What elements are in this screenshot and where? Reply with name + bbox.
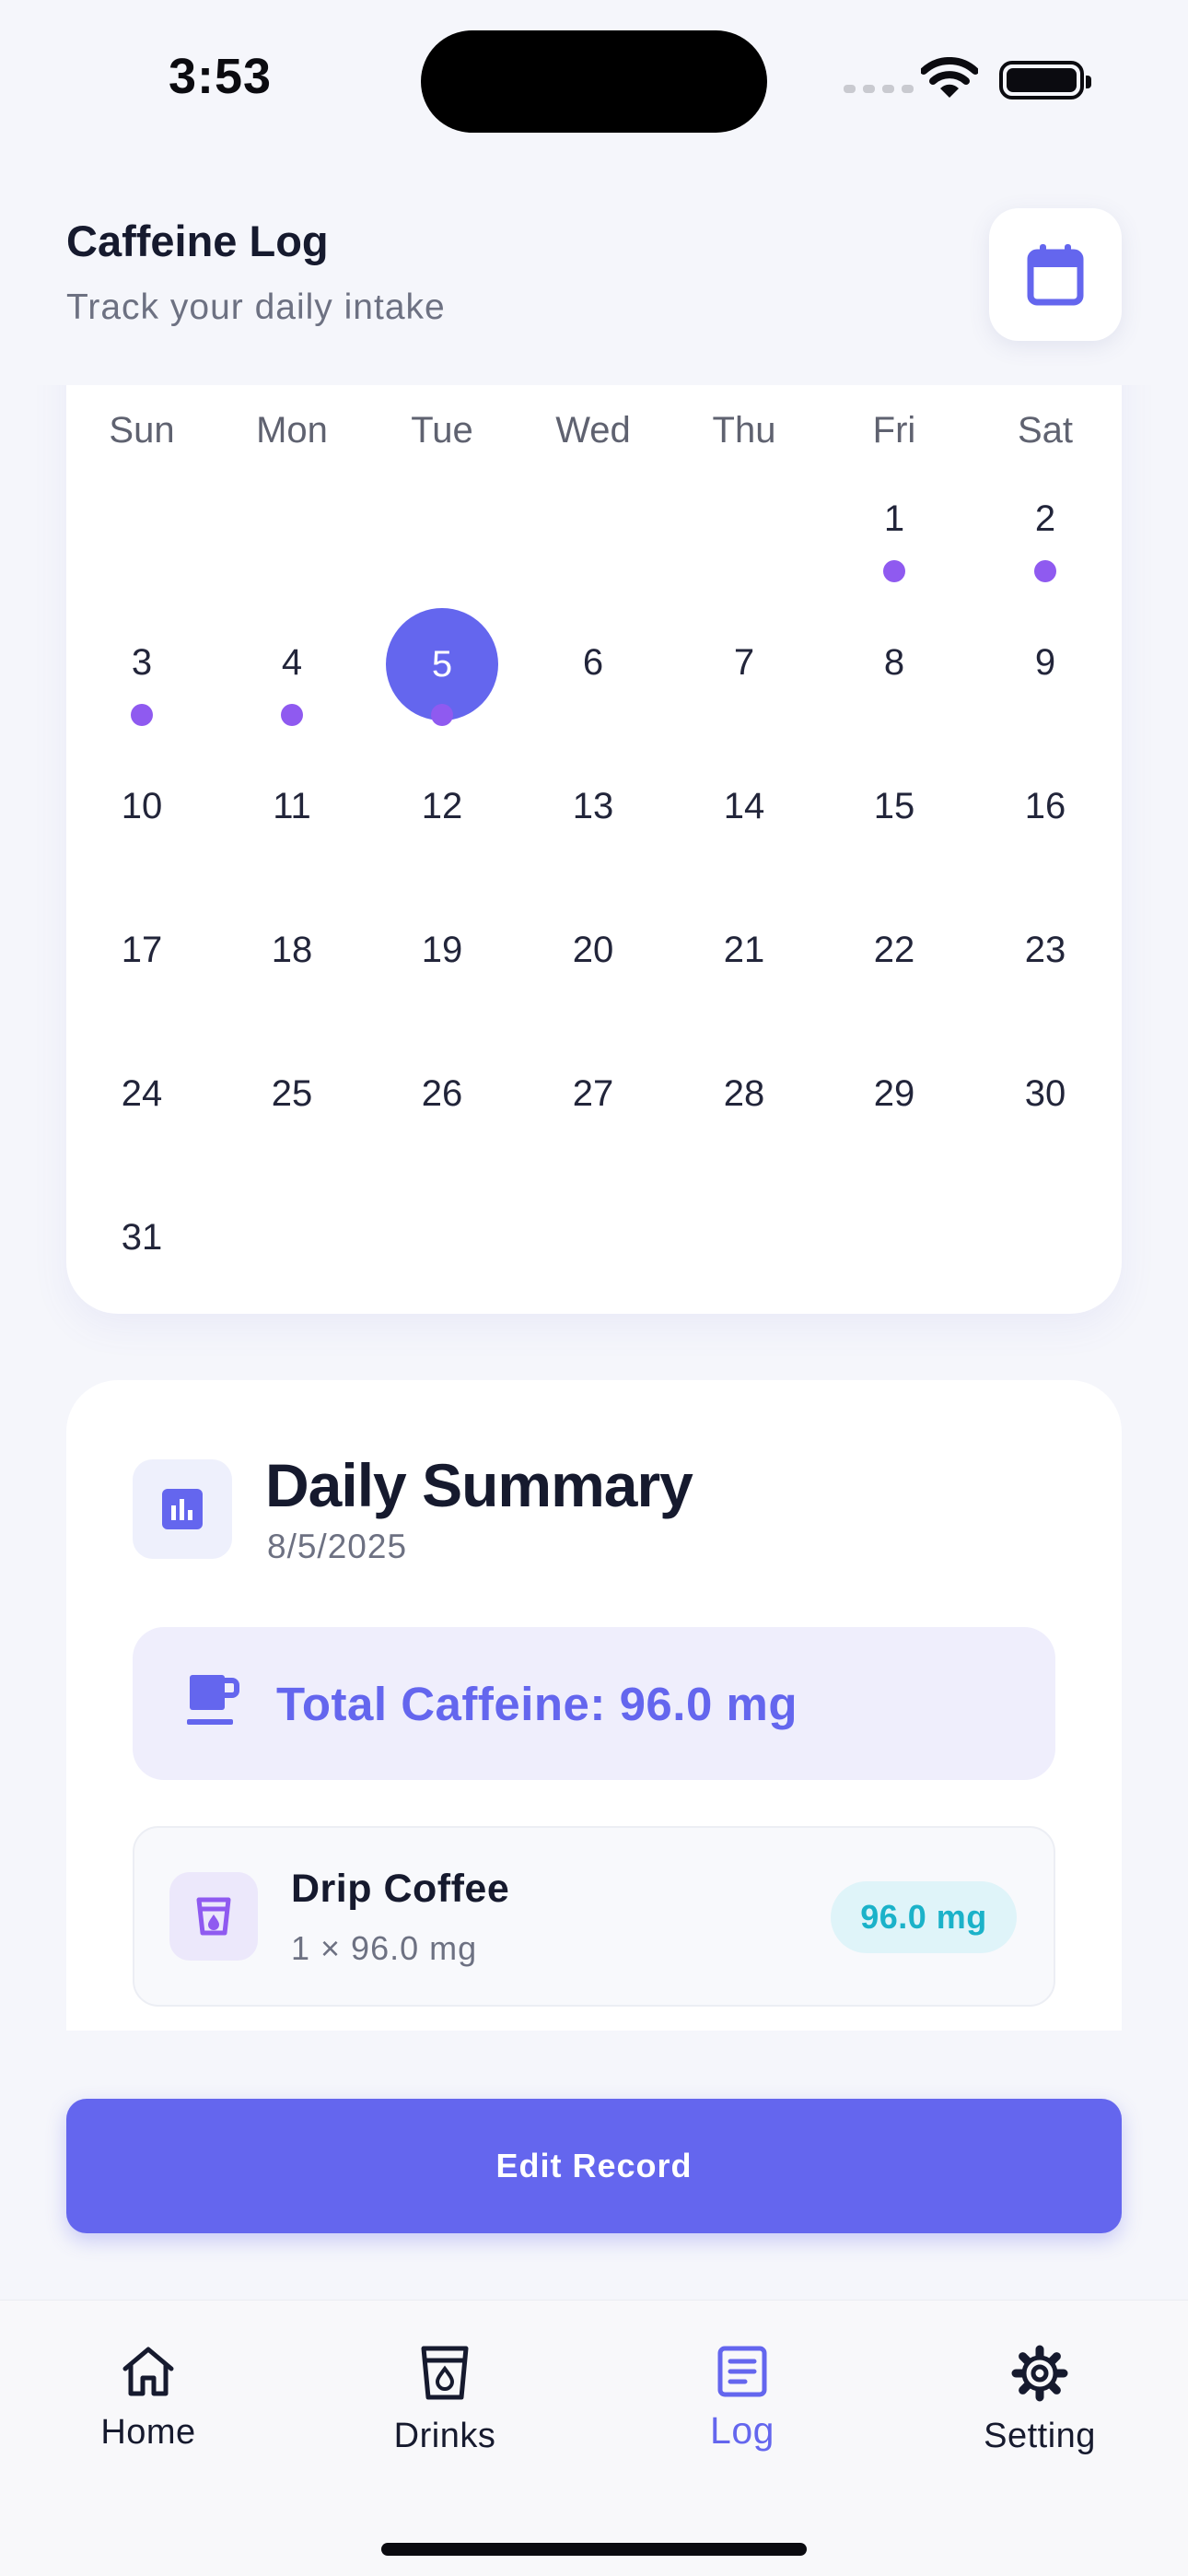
calendar-day[interactable]: 8: [819, 642, 970, 684]
drink-entry-row[interactable]: Drip Coffee 1 × 96.0 mg 96.0 mg: [133, 1826, 1055, 2007]
tab-home[interactable]: Home: [47, 2345, 250, 2453]
calendar-day[interactable]: 23: [970, 930, 1121, 971]
summary-date: 8/5/2025: [267, 1528, 408, 1565]
calendar-day[interactable]: 15: [819, 786, 970, 827]
calendar-day[interactable]: 19: [367, 930, 518, 971]
signal-icon: [844, 85, 914, 93]
weekday-label: Fri: [872, 410, 916, 451]
calendar-day[interactable]: 21: [669, 930, 820, 971]
summary-title: Daily Summary: [265, 1451, 693, 1519]
bar-chart-icon: [133, 1459, 232, 1559]
tab-drinks-label: Drinks: [393, 2417, 496, 2455]
drink-amount-badge: 96.0 mg: [831, 1881, 1017, 1953]
drink-name: Drip Coffee: [291, 1867, 510, 1911]
calendar-day[interactable]: 17: [66, 930, 217, 971]
tab-log[interactable]: Log: [641, 2345, 844, 2453]
drink-detail: 1 × 96.0 mg: [291, 1929, 478, 1967]
calendar-day[interactable]: 11: [216, 786, 367, 827]
entry-dot: [883, 560, 905, 582]
drink-cup-icon: [169, 1872, 258, 1961]
entry-dot: [281, 704, 303, 726]
weekday-label: Sat: [1017, 410, 1074, 451]
calendar-day[interactable]: 20: [518, 930, 669, 971]
calendar-day[interactable]: 2: [970, 498, 1121, 540]
entry-dot: [131, 704, 153, 726]
weekday-label: Mon: [256, 410, 328, 451]
tab-home-label: Home: [100, 2413, 196, 2452]
edit-record-button[interactable]: Edit Record: [66, 2099, 1122, 2233]
home-icon: [122, 2347, 174, 2396]
page-title: Caffeine Log: [66, 217, 329, 265]
daily-summary-card: Daily Summary 8/5/2025 Total Caffeine: 9…: [66, 1380, 1122, 2031]
calendar-day[interactable]: 29: [819, 1073, 970, 1115]
calendar-day[interactable]: 10: [66, 786, 217, 827]
tab-drinks[interactable]: Drinks: [344, 2345, 546, 2456]
calendar-day[interactable]: 14: [669, 786, 820, 827]
tab-setting-label: Setting: [984, 2417, 1096, 2455]
total-caffeine-label: Total Caffeine: 96.0 mg: [276, 1678, 798, 1730]
total-caffeine-box: Total Caffeine: 96.0 mg: [133, 1627, 1055, 1780]
calendar-day[interactable]: 16: [970, 786, 1121, 827]
weekday-label: Sun: [109, 410, 175, 451]
tab-setting[interactable]: Setting: [938, 2345, 1141, 2456]
log-icon: [717, 2346, 767, 2397]
tab-log-label: Log: [710, 2409, 775, 2452]
calendar-day[interactable]: 12: [367, 786, 518, 827]
calendar-day[interactable]: 25: [216, 1073, 367, 1115]
status-time: 3:53: [169, 49, 273, 104]
calendar-day[interactable]: 9: [970, 642, 1121, 684]
gear-icon: [1011, 2345, 1068, 2402]
wifi-icon: [921, 57, 978, 98]
calendar-day[interactable]: 3: [66, 642, 217, 684]
calendar-day[interactable]: 4: [216, 642, 367, 684]
dynamic-island: [421, 30, 767, 133]
calendar-day[interactable]: 1: [819, 498, 970, 540]
status-bar: 3:53: [0, 0, 1188, 157]
page-subtitle: Track your daily intake: [66, 287, 446, 327]
calendar-button[interactable]: [989, 208, 1122, 341]
calendar-day[interactable]: 28: [669, 1073, 820, 1115]
calendar-day[interactable]: 24: [66, 1073, 217, 1115]
entry-dot: [431, 704, 453, 726]
entry-dot: [1034, 560, 1056, 582]
page-header: Caffeine Log Track your daily intake: [0, 184, 1188, 385]
calendar-day[interactable]: 26: [367, 1073, 518, 1115]
tab-bar: Home Drinks Log Setting: [0, 2300, 1188, 2576]
weekday-label: Thu: [712, 410, 776, 451]
calendar-day[interactable]: 30: [970, 1073, 1121, 1115]
calendar-day[interactable]: 27: [518, 1073, 669, 1115]
calendar-day[interactable]: 6: [518, 642, 669, 684]
coffee-cup-icon: [187, 1675, 239, 1725]
weekday-label: Wed: [555, 410, 631, 451]
calendar-day[interactable]: 18: [216, 930, 367, 971]
calendar-day[interactable]: 31: [66, 1217, 217, 1259]
weekday-label: Tue: [411, 410, 473, 451]
cup-icon: [421, 2346, 469, 2400]
battery-icon: [999, 61, 1091, 100]
calendar-day[interactable]: 13: [518, 786, 669, 827]
calendar-icon: [1027, 244, 1084, 306]
calendar-card: Sun Mon Tue Wed Thu Fri Sat 1 2 3 4 5 6 7 8 9 10 11 12 13 14…: [66, 332, 1122, 1314]
calendar-day[interactable]: 7: [669, 642, 820, 684]
home-indicator: [381, 2543, 807, 2556]
calendar-day[interactable]: 22: [819, 930, 970, 971]
